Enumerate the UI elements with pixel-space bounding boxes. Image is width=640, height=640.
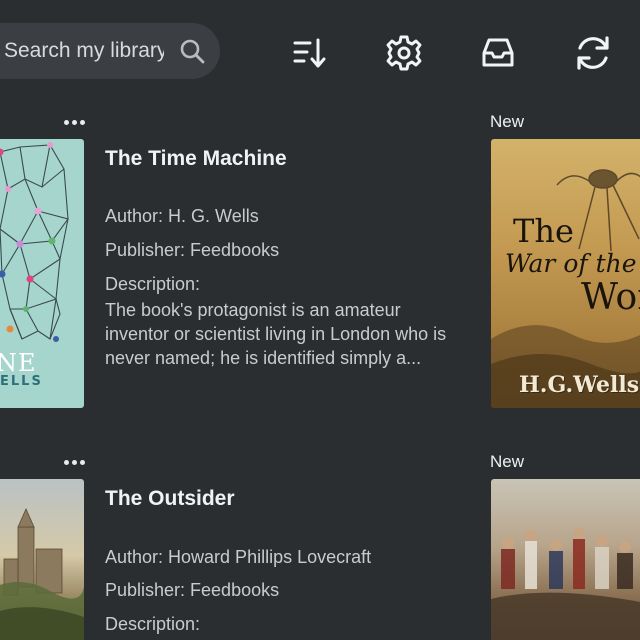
- dot: [79, 119, 85, 125]
- book-cover-time-machine[interactable]: NE ELLS: [0, 139, 84, 408]
- sort-descending-icon: [293, 38, 326, 68]
- new-badge: New: [490, 112, 525, 131]
- book-publisher: Publisher: Feedbooks: [105, 240, 280, 260]
- sync-icon: [577, 36, 609, 70]
- dot: [71, 119, 77, 125]
- dot: [71, 459, 77, 465]
- cover-title-line: The: [513, 212, 574, 250]
- cover-title-line: World: [581, 277, 640, 318]
- settings-button[interactable]: [384, 33, 424, 73]
- book-cover-war-of-the-worlds[interactable]: The War of the World H.G.Wells: [491, 139, 640, 408]
- dot: [63, 119, 69, 125]
- book-title[interactable]: The Time Machine: [105, 147, 287, 171]
- book-description-label: Description:: [105, 274, 201, 294]
- book-description: The book's protagonist is an amateur inv…: [105, 300, 447, 368]
- battle-illustration: [491, 527, 640, 640]
- new-badge: New: [490, 452, 525, 471]
- book-cover-battle-painting[interactable]: [491, 479, 640, 640]
- library-app: NE ELLS The Time Machine Author: H. G. W…: [0, 0, 640, 640]
- book-author: Author: Howard Phillips Lovecraft: [105, 547, 372, 567]
- inbox-button[interactable]: [478, 33, 518, 73]
- book-cover-the-outsider[interactable]: [0, 479, 84, 640]
- book-description-label: Description:: [105, 614, 201, 634]
- book-publisher: Publisher: Feedbooks: [105, 580, 280, 600]
- dot: [63, 459, 69, 465]
- search-bar[interactable]: [0, 23, 220, 79]
- cover-title-text: NE: [0, 349, 37, 377]
- book-more-options-button[interactable]: [60, 115, 88, 129]
- search-icon[interactable]: [178, 37, 206, 65]
- gear-icon: [386, 35, 422, 71]
- inbox-tray-icon: [482, 38, 514, 67]
- cover-title-line: War of the: [505, 249, 637, 278]
- cover-author-text: ELLS: [0, 374, 43, 389]
- cover-author-text: H.G.Wells: [519, 372, 640, 398]
- dot: [79, 459, 85, 465]
- book-author: Author: H. G. Wells: [105, 206, 259, 226]
- sync-button[interactable]: [573, 33, 613, 73]
- sort-button[interactable]: [290, 33, 330, 73]
- book-title[interactable]: The Outsider: [105, 487, 235, 511]
- book-more-options-button[interactable]: [60, 455, 88, 469]
- castle-illustration: [0, 508, 84, 640]
- search-input[interactable]: [4, 34, 164, 68]
